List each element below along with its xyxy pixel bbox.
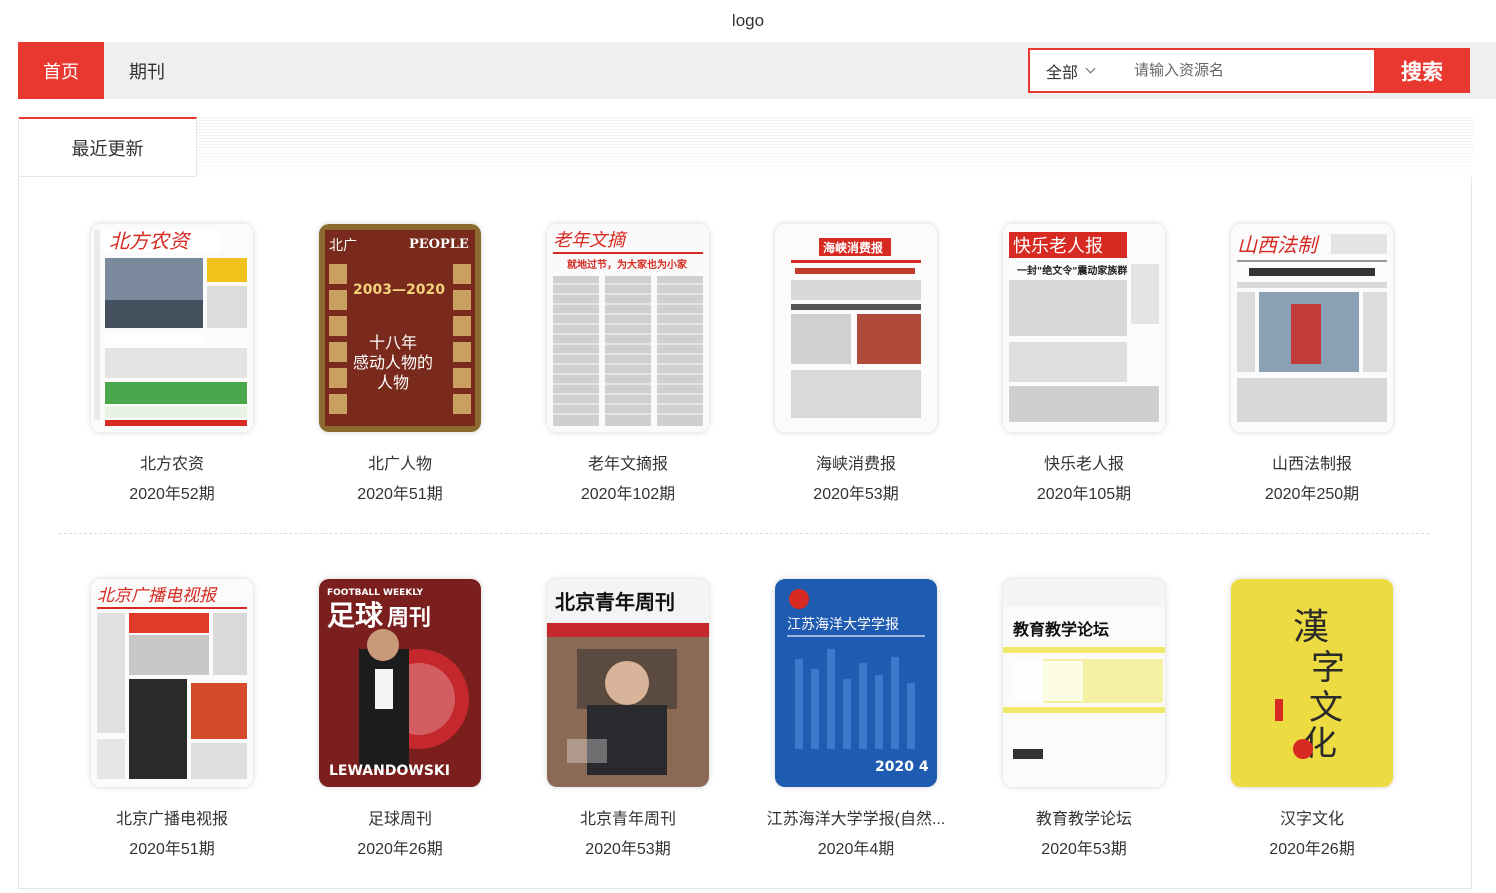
svg-text:字: 字 [1311,648,1345,688]
publication-card[interactable]: FOOTBALL WEEKLY 足球 周刊 LEWANDOWSKI 足球周刊 2… [296,579,504,859]
cover-image: 漢 字 文 化 [1231,579,1393,787]
svg-text:北广: 北广 [329,238,357,254]
publication-title: 海峡消费报 [815,456,896,473]
nav-tab-journals[interactable]: 期刊 [104,42,190,99]
publication-title: 快乐老人报 [1043,456,1124,473]
svg-text:北京广播电视报: 北京广播电视报 [97,586,218,606]
svg-text:海峡消费报: 海峡消费报 [823,240,883,255]
publication-title: 汉字文化 [1279,811,1344,828]
cover-image: 北京广播电视报 [91,579,253,787]
svg-text:周刊: 周刊 [387,606,431,631]
search-scope-select[interactable]: 全部 [1030,50,1118,91]
publication-title: 北广人物 [367,456,432,473]
svg-text:江苏海洋大学学报: 江苏海洋大学学报 [787,617,899,633]
svg-text:老年文摘: 老年文摘 [553,230,628,251]
publication-issue: 2020年26期 [1269,841,1355,858]
publication-issue: 2020年53期 [1041,841,1127,858]
main-nav: 首页 期刊 全部 搜索 [18,42,1496,99]
publication-card[interactable]: 漢 字 文 化 汉字文化 2020年26期 [1208,579,1416,859]
row-divider [59,533,1429,534]
svg-text:FOOTBALL WEEKLY: FOOTBALL WEEKLY [327,588,424,598]
recent-updates-panel: 最近更新 北方农资 北方农资 2020年52期 北广 PEOPLE 2003—2… [18,117,1473,889]
cover-image: 北方农资 [91,224,253,432]
cover-image: 快乐老人报 一封"绝文令"震动家族群 [1003,224,1165,432]
publication-card[interactable]: 老年文摘 就地过节，为大家也为小家 老年文摘报 2020年102期 [524,224,732,504]
publication-title: 北方农资 [139,456,204,473]
svg-text:2003—2020: 2003—2020 [353,282,445,298]
publication-card[interactable]: 教育教学论坛 教育教学论坛 2020年53期 [980,579,1188,859]
cover-image: 江苏海洋大学学报 2020 4 [775,579,937,787]
cover-image: 海峡消费报 [775,224,937,432]
svg-text:教育教学论坛: 教育教学论坛 [1013,620,1109,639]
tab-recent-updates[interactable]: 最近更新 [19,117,197,177]
search-input[interactable] [1120,50,1372,91]
publication-card[interactable]: 快乐老人报 一封"绝文令"震动家族群 快乐老人报 2020年105期 [980,224,1188,504]
nav-tab-home[interactable]: 首页 [18,42,104,99]
cover-image: 老年文摘 就地过节，为大家也为小家 [547,224,709,432]
publication-card[interactable]: 北广 PEOPLE 2003—2020 十八年 感动人物的 人物 北广人物 20… [296,224,504,504]
cover-image: 山西法制 [1231,224,1393,432]
publication-issue: 2020年51期 [357,486,443,503]
publication-card[interactable]: 北京广播电视报 北京广播电视报 2020年51期 [68,579,276,859]
publication-issue: 2020年52期 [129,486,215,503]
svg-text:人物: 人物 [377,373,409,392]
publication-issue: 2020年105期 [1036,486,1132,503]
svg-text:2020 4: 2020 4 [875,759,929,775]
publication-card[interactable]: 山西法制 山西法制报 2020年250期 [1208,224,1416,504]
publication-issue: 2020年51期 [129,841,215,858]
search-scope-label: 全部 [1046,64,1079,82]
publication-issue: 2020年4期 [817,841,895,858]
cover-image: 教育教学论坛 [1003,579,1165,787]
cover-image: 北京青年周刊 [547,579,709,787]
svg-text:漢: 漢 [1293,607,1329,648]
publication-title: 北京青年周刊 [579,811,676,828]
svg-text:一封"绝文令"震动家族群: 一封"绝文令"震动家族群 [1017,264,1127,277]
logo: logo [0,0,1496,42]
svg-text:十八年: 十八年 [369,333,417,352]
publication-issue: 2020年53期 [813,486,899,503]
publication-title: 老年文摘报 [587,456,668,473]
publication-card[interactable]: 海峡消费报 海峡消费报 2020年53期 [752,224,960,504]
publication-title: 山西法制报 [1271,456,1352,473]
logo-text: logo [731,11,765,30]
publication-title: 教育教学论坛 [1035,811,1132,828]
search-button[interactable]: 搜索 [1374,48,1470,93]
publication-title: 北京广播电视报 [115,811,228,828]
publication-title: 足球周刊 [367,811,432,828]
svg-text:快乐老人报: 快乐老人报 [1013,236,1103,257]
publication-issue: 2020年53期 [585,841,671,858]
publication-issue: 2020年250期 [1264,486,1360,503]
publication-card[interactable]: 江苏海洋大学学报 2020 4 江苏海洋大学学报(自然... 2020年4期 [752,579,960,859]
publication-card[interactable]: 北京青年周刊 北京青年周刊 2020年53期 [524,579,732,859]
search-box: 全部 搜索 [1028,48,1470,93]
svg-text:感动人物的: 感动人物的 [353,353,433,372]
chevron-down-icon [1085,63,1096,73]
publication-title: 江苏海洋大学学报(自然... [766,811,946,828]
publication-card[interactable]: 北方农资 北方农资 2020年52期 [68,224,276,504]
svg-text:PEOPLE: PEOPLE [409,237,469,252]
cover-image: 北广 PEOPLE 2003—2020 十八年 感动人物的 人物 [319,224,481,432]
svg-text:足球: 足球 [327,599,384,632]
svg-text:就地过节，为大家也为小家: 就地过节，为大家也为小家 [567,258,688,271]
svg-text:北方农资: 北方农资 [109,229,192,253]
svg-text:北京青年周刊: 北京青年周刊 [555,590,675,614]
svg-text:LEWANDOWSKI: LEWANDOWSKI [329,763,450,779]
cover-image: FOOTBALL WEEKLY 足球 周刊 LEWANDOWSKI [319,579,481,787]
publication-issue: 2020年102期 [580,486,676,503]
panel-header [19,117,1473,177]
svg-text:山西法制: 山西法制 [1237,233,1320,257]
publication-issue: 2020年26期 [357,841,443,858]
svg-text:文: 文 [1309,688,1343,728]
